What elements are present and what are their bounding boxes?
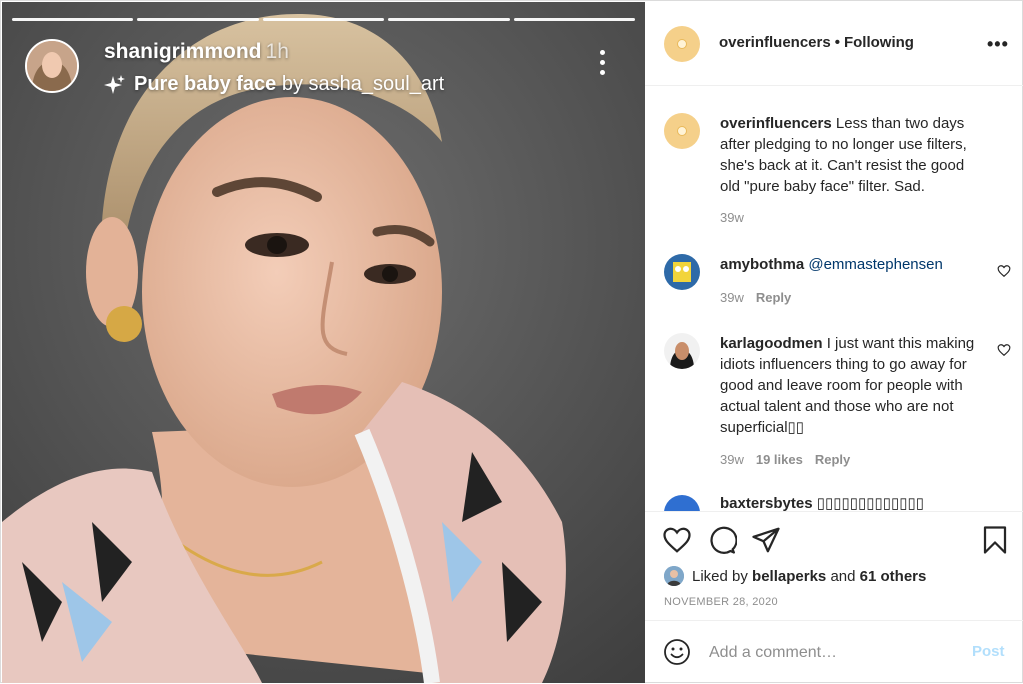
caption-meta: 39w: [720, 210, 744, 225]
liked-others[interactable]: 61 others: [860, 568, 927, 585]
liked-and: and: [830, 567, 856, 585]
heart-icon[interactable]: [662, 525, 692, 555]
comment-text: karlagoodmen I just want this making idi…: [720, 333, 982, 438]
progress-segment: [12, 18, 134, 21]
story-progress: [12, 18, 636, 21]
comment-input[interactable]: [707, 640, 951, 666]
post-date[interactable]: NOVEMBER 28, 2020: [664, 596, 778, 608]
post-button[interactable]: Post: [972, 643, 1005, 660]
liked-by-avatar[interactable]: [664, 566, 684, 586]
liked-prefix: Liked by: [692, 567, 748, 585]
comment-icon[interactable]: [707, 525, 737, 555]
heart-icon[interactable]: [997, 264, 1011, 278]
comment-age: 39w: [720, 452, 744, 467]
header-separator: •: [834, 34, 840, 51]
comment-body: ▯▯▯▯▯▯▯▯▯▯▯▯▯: [816, 495, 925, 511]
comment-mention[interactable]: @emmastephensen: [808, 256, 942, 273]
progress-segment: [388, 18, 510, 21]
progress-segment: [262, 18, 385, 21]
more-horizontal-icon[interactable]: •••: [987, 34, 1009, 55]
comment-meta: 39w Reply: [720, 290, 791, 305]
story-photo: [2, 2, 645, 683]
caption-avatar[interactable]: [664, 113, 700, 149]
add-comment-bar: Post: [645, 620, 1023, 684]
filter-author: by sasha_soul_art: [281, 73, 445, 95]
post-side-panel: overinfluencers • Following ••• overinflue…: [645, 2, 1023, 683]
sparkle-icon: [104, 74, 125, 94]
comment-age: 39w: [720, 290, 744, 305]
caption-text: overinfluencers Less than two days after…: [720, 113, 982, 197]
filter-name: Pure baby face: [134, 73, 277, 95]
post-header: overinfluencers • Following •••: [645, 2, 1023, 86]
following-button[interactable]: Following: [844, 34, 914, 51]
post-dialog: shanigrimmond 1h Pure baby face by sasha_…: [0, 0, 1023, 683]
comment-text: baxtersbytes ▯▯▯▯▯▯▯▯▯▯▯▯▯: [720, 493, 982, 511]
share-icon[interactable]: [751, 525, 781, 555]
post-actions: Liked by bellaperks and 61 others NOVEMB…: [645, 511, 1023, 620]
story-filter-line[interactable]: Pure baby face by sasha_soul_art: [104, 73, 444, 96]
comment-avatar[interactable]: [664, 254, 700, 290]
comment-avatar[interactable]: [664, 333, 700, 369]
header-avatar[interactable]: [664, 26, 700, 62]
progress-segment: [513, 18, 636, 21]
comment-username[interactable]: baxtersbytes: [720, 495, 813, 511]
story-username-line: shanigrimmond 1h: [104, 40, 289, 64]
header-user-line: overinfluencers • Following: [719, 34, 914, 51]
story-username[interactable]: shanigrimmond: [104, 40, 262, 63]
comments-list[interactable]: overinfluencers Less than two days after…: [645, 86, 1023, 511]
comment-username[interactable]: amybothma: [720, 256, 804, 273]
story-time: 1h: [265, 40, 289, 63]
comment-meta: 39w 19 likes Reply: [720, 452, 850, 467]
progress-segment: [137, 18, 259, 21]
reply-button[interactable]: Reply: [815, 452, 850, 467]
comment-text: amybothma @emmastephensen: [720, 254, 982, 275]
liked-by: Liked by bellaperks and 61 others: [664, 566, 926, 586]
caption-username[interactable]: overinfluencers: [720, 115, 832, 132]
story-avatar[interactable]: [25, 39, 79, 93]
bookmark-icon[interactable]: [980, 525, 1010, 555]
comment-username[interactable]: karlagoodmen: [720, 335, 823, 352]
story-media[interactable]: shanigrimmond 1h Pure baby face by sasha_…: [2, 2, 645, 683]
header-username[interactable]: overinfluencers: [719, 34, 831, 51]
liked-user[interactable]: bellaperks: [752, 568, 826, 585]
emoji-icon[interactable]: [663, 638, 691, 666]
more-vertical-icon[interactable]: [592, 50, 612, 84]
comment-avatar[interactable]: [664, 495, 700, 511]
caption-age: 39w: [720, 210, 744, 225]
comment-likes[interactable]: 19 likes: [756, 452, 803, 467]
reply-button[interactable]: Reply: [756, 290, 791, 305]
heart-icon[interactable]: [997, 343, 1011, 357]
